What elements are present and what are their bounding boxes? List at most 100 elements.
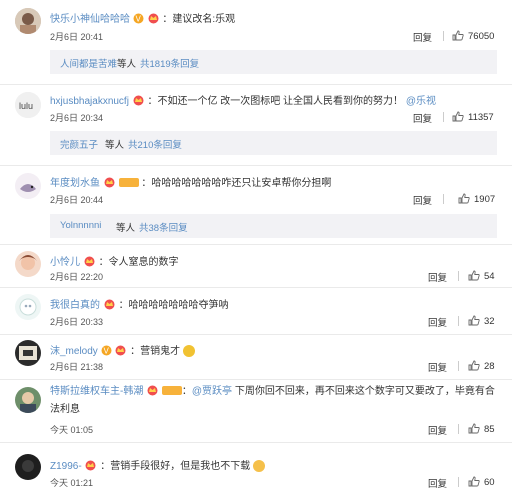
user-name[interactable]: hxjusbhajakxnucfj <box>50 96 129 107</box>
divider <box>443 112 444 122</box>
avatar[interactable]: lulu <box>15 92 41 118</box>
reply-button[interactable]: 回复 <box>428 270 447 284</box>
comment-time: 2月6日 22:20 <box>50 272 104 282</box>
like-count: 11357 <box>468 112 494 123</box>
divider <box>0 165 512 166</box>
comment-text: ：哈哈哈哈哈哈哈夺笋呐 <box>118 300 229 311</box>
comment-time: 2月6日 20:33 <box>50 317 104 327</box>
user-name[interactable]: 特斯拉维权车主-韩潮 <box>50 386 143 397</box>
subreply-box[interactable]: 人间都是苦难 等人 共1819条回复 <box>50 50 497 74</box>
svg-text:lulu: lulu <box>19 101 33 111</box>
like-count: 1907 <box>474 194 496 205</box>
avatar[interactable] <box>15 173 41 199</box>
like-button[interactable]: 28 <box>468 360 495 372</box>
avatar[interactable] <box>15 340 41 366</box>
reply-button[interactable]: 回复 <box>428 423 447 437</box>
thumb-up-icon <box>452 111 464 122</box>
like-button[interactable]: 32 <box>468 315 495 327</box>
reply-button[interactable]: 回复 <box>428 360 447 374</box>
subreply-user[interactable]: Yolnnnnni <box>60 220 101 231</box>
user-name[interactable]: 小怜儿 <box>50 257 80 268</box>
comment-text: ：哈哈哈哈哈哈哈咋还只让安卓帮你分担啊 <box>141 178 332 189</box>
subreply-count[interactable]: 共38条回复 <box>139 220 188 234</box>
like-button[interactable]: 85 <box>468 423 495 435</box>
subreply-count[interactable]: 共1819条回复 <box>140 56 199 70</box>
fans-badge-icon <box>161 386 182 395</box>
divider <box>0 442 512 443</box>
comment-time: 今天 01:21 <box>50 478 94 488</box>
avatar[interactable] <box>15 8 41 34</box>
thumb-up-icon <box>468 476 480 487</box>
user-name[interactable]: 年度划水鱼 <box>50 178 100 189</box>
subreply-suffix: 等人 <box>116 223 136 234</box>
divider <box>0 287 512 288</box>
avatar[interactable] <box>15 251 41 277</box>
like-button[interactable]: 11357 <box>452 111 494 123</box>
like-button[interactable]: 76050 <box>452 30 494 42</box>
reply-button[interactable]: 回复 <box>428 476 447 490</box>
like-button[interactable]: 60 <box>468 476 495 488</box>
svg-text:V: V <box>135 15 141 24</box>
vip-crown-icon <box>84 256 95 267</box>
divider <box>443 31 444 41</box>
thumb-up-icon <box>468 270 480 281</box>
verified-v-icon: V <box>101 345 112 356</box>
like-button[interactable]: 54 <box>468 270 495 282</box>
mention-link[interactable]: @乐视 <box>406 96 436 107</box>
svg-text:V: V <box>103 347 109 356</box>
divider <box>0 84 512 85</box>
user-name[interactable]: 快乐小神仙哈哈哈 <box>50 14 130 25</box>
vip-crown-icon <box>115 345 126 356</box>
comment-text: ：不如还一个亿 改一次图标吧 让全国人民看到你的努力！ <box>147 96 404 107</box>
like-count: 76050 <box>468 31 495 42</box>
thumb-up-icon <box>452 30 464 41</box>
vip-crown-icon <box>148 13 159 24</box>
reply-button[interactable]: 回复 <box>413 193 432 207</box>
subreply-count[interactable]: 共210条回复 <box>128 137 182 151</box>
like-count: 32 <box>484 316 495 327</box>
comment-text: ：营销手段很好，但是我也不下载 <box>100 461 251 472</box>
avatar[interactable] <box>15 387 41 413</box>
vip-crown-icon <box>85 460 96 471</box>
fans-badge-icon <box>118 178 139 187</box>
divider <box>458 361 459 371</box>
avatar[interactable] <box>15 294 41 320</box>
vip-crown-icon <box>147 385 158 396</box>
comment-text: ：建议改名:乐观 <box>162 14 236 25</box>
subreply-user[interactable]: 完颜五子 <box>60 137 98 151</box>
subreply-user[interactable]: 人间都是苦难 <box>60 56 117 70</box>
comment-time: 2月6日 20:34 <box>50 113 104 123</box>
reply-button[interactable]: 回复 <box>413 111 432 125</box>
like-count: 85 <box>484 424 495 435</box>
comment-time: 今天 01:05 <box>50 425 94 435</box>
thumb-up-icon <box>468 315 480 326</box>
divider <box>0 334 512 335</box>
comment-time: 2月6日 20:44 <box>50 195 104 205</box>
divider <box>443 194 444 204</box>
user-name[interactable]: Z1996- <box>50 461 82 472</box>
subreply-suffix: 等人 <box>117 59 137 70</box>
divider <box>0 379 512 380</box>
user-name[interactable]: 我很白真的 <box>50 300 100 311</box>
like-count: 28 <box>484 361 495 372</box>
comment-time: 2月6日 21:38 <box>50 362 104 372</box>
thumb-up-icon <box>468 423 480 434</box>
reply-button[interactable]: 回复 <box>428 315 447 329</box>
subreply-box[interactable]: Yolnnnnni 等人 共38条回复 <box>50 214 497 238</box>
divider <box>458 477 459 487</box>
divider <box>458 424 459 434</box>
subreply-box[interactable]: 完颜五子 等人 共210条回复 <box>50 131 497 155</box>
mention-link[interactable]: @贾跃亭 <box>192 386 232 397</box>
comment-time: 2月6日 20:41 <box>50 32 104 42</box>
reply-button[interactable]: 回复 <box>413 30 432 44</box>
like-count: 60 <box>484 477 495 488</box>
user-name[interactable]: 沫_melody <box>50 346 98 357</box>
verified-v-icon: V <box>133 13 144 24</box>
like-button[interactable]: 1907 <box>458 193 495 205</box>
vip-crown-icon <box>104 177 115 188</box>
thumb-up-icon <box>458 193 470 204</box>
avatar[interactable] <box>15 454 41 480</box>
thumb-up-icon <box>468 360 480 371</box>
divider <box>458 271 459 281</box>
vip-crown-icon <box>133 95 144 106</box>
